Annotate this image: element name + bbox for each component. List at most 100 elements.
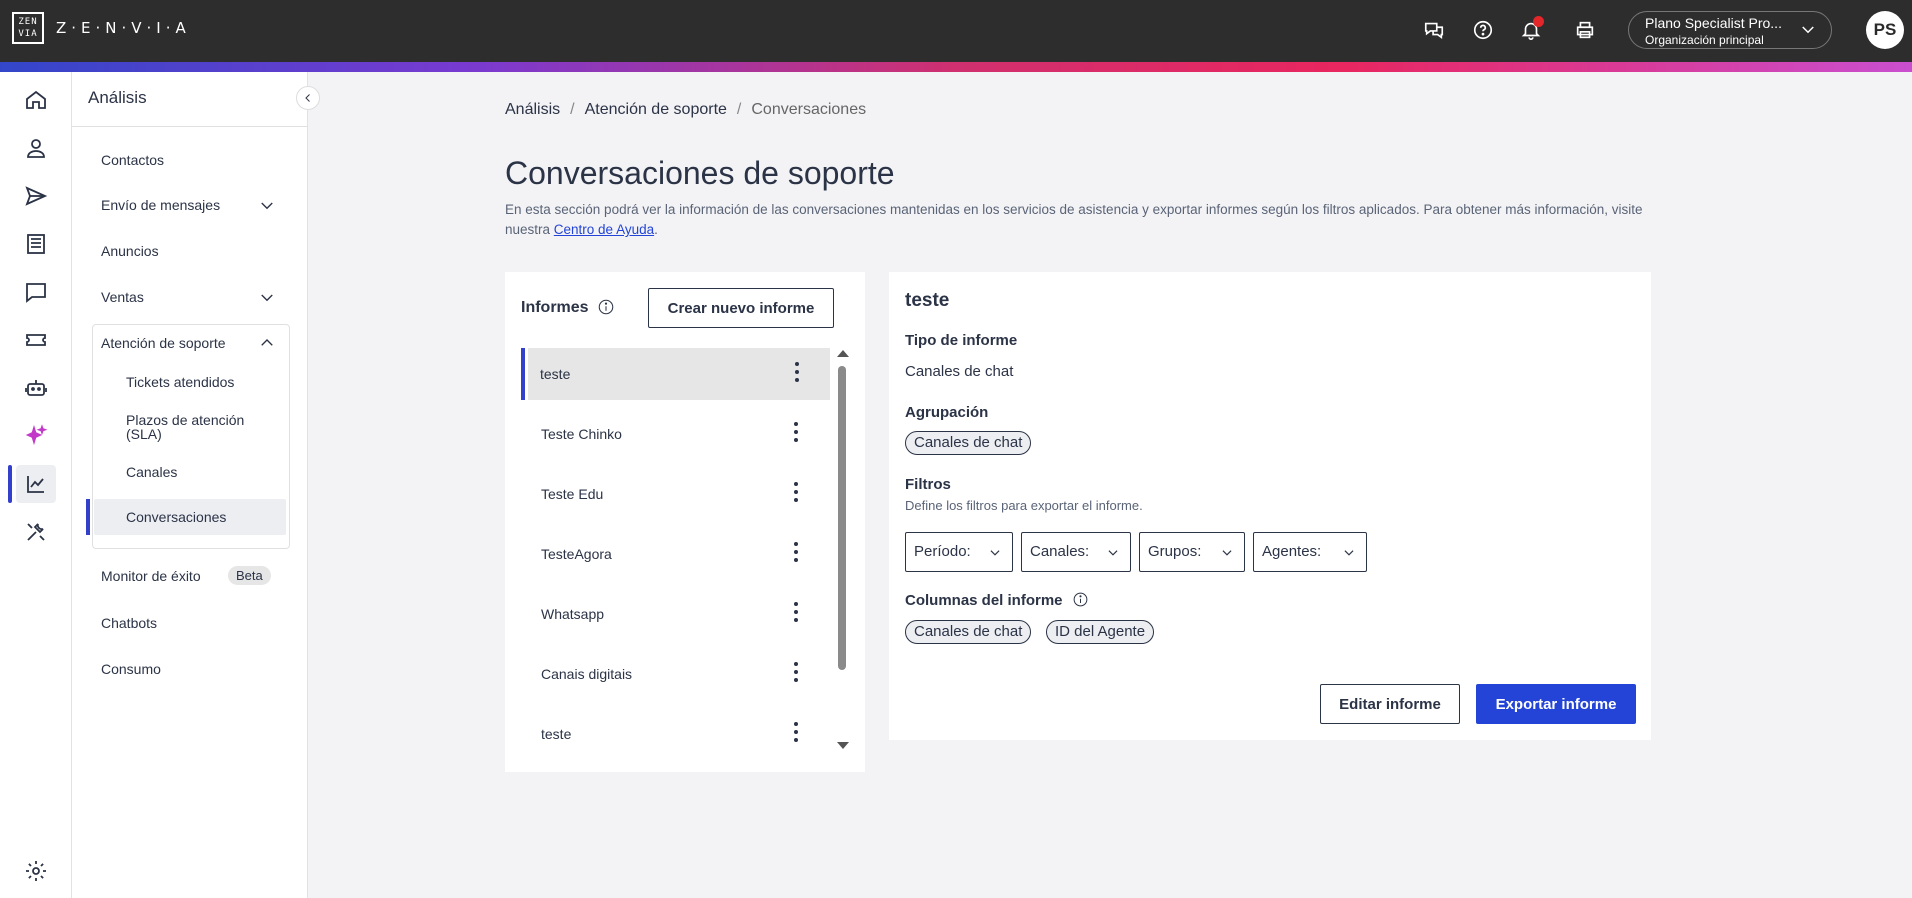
report-item[interactable]: Teste Edu: [529, 468, 829, 520]
report-selected-indicator: [521, 348, 525, 400]
logo-text: Z·E·N·V·I·A: [56, 19, 191, 37]
export-report-button[interactable]: Exportar informe: [1476, 684, 1636, 724]
report-item-label: Teste Chinko: [541, 426, 622, 442]
chevron-down-icon[interactable]: [258, 197, 276, 215]
breadcrumb-current: Conversaciones: [751, 101, 867, 118]
agents-filter[interactable]: Agentes:: [1253, 532, 1367, 572]
report-item[interactable]: TesteAgora: [529, 528, 829, 580]
chevron-up-icon[interactable]: [258, 334, 276, 352]
scroll-thumb[interactable]: [838, 366, 846, 670]
bell-icon[interactable]: [1517, 16, 1545, 44]
help-icon[interactable]: [1469, 16, 1497, 44]
report-type-value: Canales de chat: [905, 363, 1014, 380]
edit-report-button[interactable]: Editar informe: [1320, 684, 1460, 724]
filters-subtitle: Define los filtros para exportar el info…: [905, 498, 1143, 513]
more-vertical-icon[interactable]: [794, 362, 800, 386]
more-vertical-icon[interactable]: [793, 482, 799, 506]
analytics-icon[interactable]: [16, 465, 56, 503]
scroll-down-icon[interactable]: [837, 742, 849, 749]
column-chip: Canales de chat: [905, 620, 1032, 644]
chat-bubbles-icon[interactable]: [1420, 16, 1448, 44]
info-icon[interactable]: [1072, 591, 1089, 608]
avatar[interactable]: PS: [1866, 11, 1904, 49]
beta-badge: Beta: [228, 566, 271, 585]
sidebar-item-sales[interactable]: Ventas: [101, 289, 144, 305]
sparkle-icon[interactable]: [16, 417, 56, 455]
settings-icon[interactable]: [16, 852, 56, 890]
sidebar-sub-sla[interactable]: Plazos de atención (SLA): [126, 413, 256, 441]
more-vertical-icon[interactable]: [793, 662, 799, 686]
period-filter[interactable]: Período:: [905, 532, 1013, 572]
brand-gradient-bar: [0, 62, 1912, 72]
grouping-chip: Canales de chat: [905, 431, 1032, 455]
send-icon[interactable]: [16, 177, 56, 215]
sidebar-item-chatbots[interactable]: Chatbots: [101, 615, 157, 631]
sidebar-item-contacts[interactable]: Contactos: [101, 152, 164, 168]
chevron-down-icon: [1344, 550, 1354, 556]
bot-icon[interactable]: [16, 369, 56, 407]
chevron-down-icon: [990, 550, 1000, 556]
report-item-label: Canais digitais: [541, 666, 633, 682]
sidebar-sub-tickets[interactable]: Tickets atendidos: [126, 375, 234, 389]
help-center-link[interactable]: Centro de Ayuda: [554, 222, 654, 237]
sidebar-sub-active-indicator: [86, 499, 90, 535]
report-item[interactable]: Canais digitais: [529, 648, 829, 700]
more-vertical-icon[interactable]: [793, 602, 799, 626]
notification-dot: [1533, 16, 1544, 27]
top-bar: ZEN VIA Z·E·N·V·I·A Plano Specialist Pro…: [0, 0, 1912, 62]
sidebar-item-consumption[interactable]: Consumo: [101, 661, 161, 677]
create-report-button[interactable]: Crear nuevo informe: [648, 288, 834, 328]
report-item-label: teste: [540, 366, 571, 382]
info-icon[interactable]: [597, 298, 615, 316]
zenvia-logo[interactable]: ZEN VIA Z·E·N·V·I·A: [12, 12, 191, 44]
column-chip: ID del Agente: [1046, 620, 1155, 644]
filters-label: Filtros: [905, 476, 951, 493]
home-icon[interactable]: [16, 81, 56, 119]
chat-icon[interactable]: [16, 273, 56, 311]
grouping-label: Agrupación: [905, 404, 989, 421]
chevron-down-icon: [1222, 550, 1232, 556]
chevron-down-icon: [1108, 550, 1118, 556]
tools-icon[interactable]: [16, 513, 56, 551]
breadcrumb: Análisis / Atención de soporte / Convers…: [505, 101, 866, 119]
ticket-icon[interactable]: [16, 321, 56, 359]
columns-label: Columnas del informe: [905, 592, 1063, 609]
sidebar-item-success-monitor[interactable]: Monitor de éxito: [101, 568, 201, 584]
report-item[interactable]: teste: [529, 708, 829, 760]
more-vertical-icon[interactable]: [793, 722, 799, 746]
chevron-down-icon[interactable]: [258, 289, 276, 307]
breadcrumb-support[interactable]: Atención de soporte: [585, 101, 727, 119]
report-item[interactable]: Whatsapp: [529, 588, 829, 640]
report-item[interactable]: teste: [528, 348, 830, 400]
period-filter-label: Período:: [914, 543, 971, 560]
groups-filter[interactable]: Grupos:: [1139, 532, 1245, 572]
report-item-label: Teste Edu: [541, 486, 604, 502]
logo-mark: ZEN VIA: [12, 12, 44, 44]
scroll-up-icon[interactable]: [837, 350, 849, 357]
sidebar-sub-conversations[interactable]: Conversaciones: [126, 510, 226, 524]
page-title: Conversaciones de soporte: [505, 155, 895, 191]
sidebar-item-messaging[interactable]: Envío de mensajes: [101, 197, 220, 213]
printer-icon[interactable]: [1571, 16, 1599, 44]
more-vertical-icon[interactable]: [793, 422, 799, 446]
chevron-down-icon: [1802, 26, 1814, 34]
report-title: teste: [905, 290, 950, 311]
collapse-sidebar-button[interactable]: [296, 86, 320, 110]
organization-selector[interactable]: Plano Specialist Pro... Organización pri…: [1628, 11, 1832, 49]
channels-filter[interactable]: Canales:: [1021, 532, 1131, 572]
reports-panel: Informes Crear nuevo informe teste Teste…: [505, 272, 865, 772]
org-name: Plano Specialist Pro...: [1645, 15, 1782, 31]
sidebar-item-support[interactable]: Atención de soporte: [101, 335, 226, 351]
org-sub: Organización principal: [1645, 33, 1764, 47]
sidebar-sub-channels[interactable]: Canales: [126, 465, 177, 479]
breadcrumb-separator: /: [736, 101, 742, 118]
sidebar-item-ads[interactable]: Anuncios: [101, 243, 159, 259]
reports-scrollbar[interactable]: [835, 350, 849, 752]
more-vertical-icon[interactable]: [793, 542, 799, 566]
report-item[interactable]: Teste Chinko: [529, 408, 829, 460]
user-icon[interactable]: [16, 129, 56, 167]
breadcrumb-analysis[interactable]: Análisis: [505, 101, 560, 119]
description-suffix: .: [654, 222, 658, 237]
document-icon[interactable]: [16, 225, 56, 263]
channels-filter-label: Canales:: [1030, 543, 1090, 560]
